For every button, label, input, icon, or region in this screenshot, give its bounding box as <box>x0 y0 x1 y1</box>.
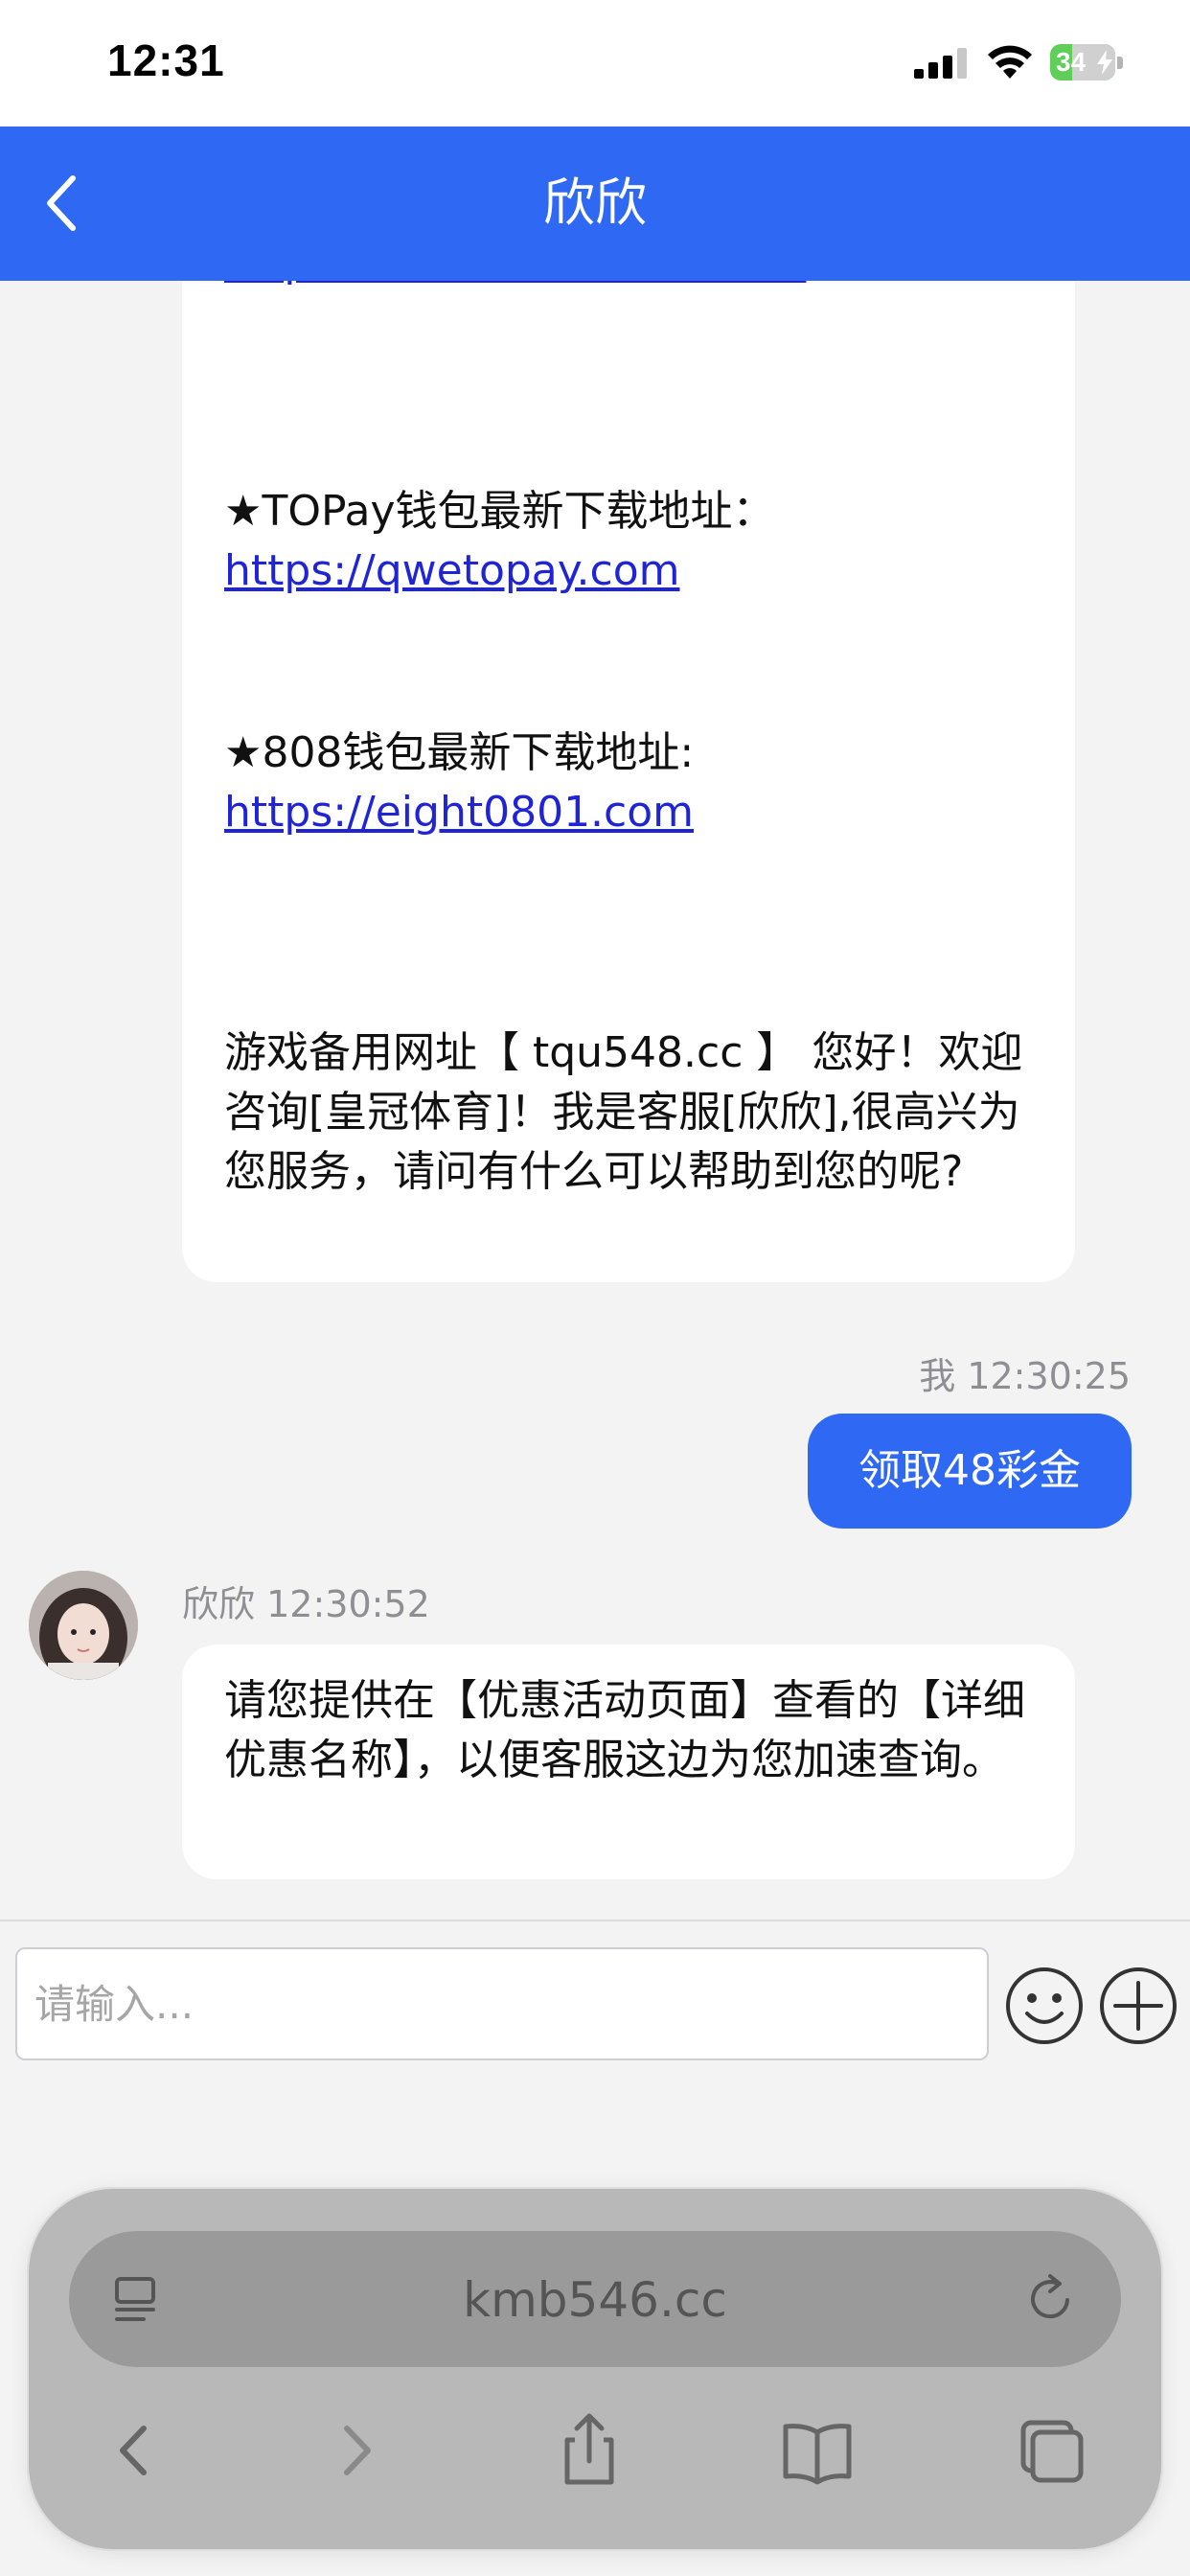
message-text: 请您提供在【优惠活动页面】查看的【详细优惠名称】，以便客服这边为您加速查询。 <box>224 1676 1025 1784</box>
agent-avatar-image <box>29 1571 138 1680</box>
battery-body: 34 <box>1050 44 1115 80</box>
browser-toolbar: kmb546.cc <box>27 2187 1163 2551</box>
battery-indicator: 34 <box>1050 44 1125 80</box>
message-text: ★TOPay钱包最新下载地址： <box>224 487 775 536</box>
incoming-message-bubble: https://www.h5556666.com ★TOPay钱包最新下载地址：… <box>182 281 1075 1282</box>
message-link[interactable]: https://qwetopay.com <box>224 541 1037 601</box>
status-time: 12:31 <box>107 35 225 85</box>
message-time: 12:30:25 <box>967 1355 1131 1397</box>
wifi-icon <box>988 45 1032 79</box>
message-text: ★808钱包最新下载地址: <box>224 728 695 777</box>
message-time: 12:30:52 <box>266 1583 430 1625</box>
address-text: kmb546.cc <box>463 2272 727 2328</box>
message-text: 游戏备用网址【 tqu548.cc 】 您好！欢迎咨询[皇冠体育]！我是客服[欣… <box>224 1028 1023 1196</box>
message-meta: 欣欣 12:30:52 <box>182 1575 430 1627</box>
browser-back-button[interactable] <box>80 2398 186 2503</box>
back-arrow-icon <box>120 2426 147 2475</box>
bookmarks-icon <box>783 2424 852 2485</box>
battery-percent: 34 <box>1056 47 1087 77</box>
chat-input-bar <box>0 1920 1190 2075</box>
incoming-message-bubble: 请您提供在【优惠活动页面】查看的【详细优惠名称】，以便客服这边为您加速查询。 <box>182 1644 1075 1879</box>
share-button[interactable] <box>537 2398 642 2503</box>
charging-bolt-icon <box>1097 50 1112 75</box>
battery-cap <box>1117 57 1123 69</box>
sender-name: 欣欣 <box>182 1583 256 1625</box>
message-link[interactable]: https://eight0801.com <box>224 783 1037 842</box>
cellular-signal-icon <box>914 48 967 79</box>
browser-forward-button[interactable] <box>305 2398 410 2503</box>
address-bar[interactable]: kmb546.cc <box>69 2231 1121 2367</box>
message-list[interactable]: https://www.h5556666.com ★TOPay钱包最新下载地址：… <box>0 281 1190 1920</box>
smiley-icon[interactable] <box>1004 1966 1085 2046</box>
tabs-button[interactable] <box>995 2398 1100 2503</box>
chat-header: 欣欣 <box>0 126 1190 281</box>
avatar[interactable] <box>29 1571 138 1680</box>
forward-arrow-icon <box>344 2426 371 2475</box>
reload-icon[interactable] <box>1023 2271 1079 2327</box>
status-bar: 12:31 34 <box>0 0 1190 126</box>
sender-name: 我 <box>919 1355 956 1397</box>
tabs-icon <box>1020 2420 1084 2483</box>
chat-title: 欣欣 <box>543 172 647 233</box>
plus-circle-icon[interactable] <box>1098 1966 1179 2046</box>
outgoing-message-bubble: 领取48彩金 <box>808 1414 1132 1529</box>
share-icon <box>564 2413 614 2485</box>
bookmarks-button[interactable] <box>765 2398 870 2503</box>
message-input[interactable] <box>15 1947 989 2060</box>
message-meta: 我 12:30:25 <box>919 1346 1131 1399</box>
message-link[interactable]: https://www.h5556666.com <box>224 281 1037 292</box>
